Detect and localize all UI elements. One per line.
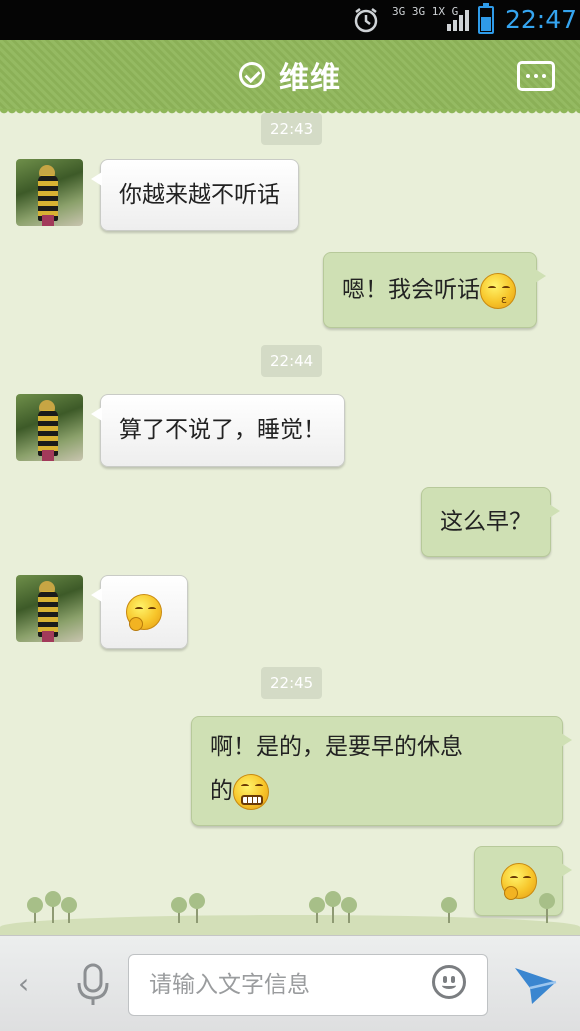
more-button[interactable] [517, 61, 555, 91]
chevron-left-icon[interactable]: ‹ [18, 966, 42, 1002]
contact-avatar[interactable] [16, 159, 83, 226]
check-circle-icon [239, 62, 265, 88]
message-text: 算了不说了，睡觉！ [119, 417, 326, 443]
chat-title: 维维 [279, 61, 341, 96]
timestamp: 22:44 [261, 345, 323, 377]
message-bubble-incoming[interactable]: 你越来越不听话 [91, 159, 299, 231]
grinning-emoji-icon [233, 773, 269, 810]
background-scenery [0, 885, 580, 935]
message-bubble-incoming[interactable] [91, 575, 188, 649]
kissing-emoji-icon: ɛ [480, 272, 516, 309]
message-text: 这么早？ [440, 509, 532, 535]
message-text: 你越来越不听话 [119, 182, 280, 208]
signal-icon [447, 10, 469, 31]
message-text: 嗯！我会听话 [342, 277, 480, 303]
message-bubble-incoming[interactable]: 算了不说了，睡觉！ [91, 394, 345, 467]
alarm-icon [354, 8, 378, 33]
message-bubble-outgoing[interactable]: 这么早？ [421, 487, 560, 557]
contact-avatar[interactable] [16, 394, 83, 461]
input-bar: ‹ 请输入文字信息 [0, 935, 580, 1031]
smiley-icon[interactable] [432, 965, 466, 999]
chat-header: 维维 [0, 40, 580, 116]
microphone-icon[interactable] [72, 962, 114, 1008]
status-clock: 22:47 [505, 5, 578, 34]
battery-icon [478, 3, 494, 34]
message-bubble-outgoing[interactable]: 嗯！我会听话 ɛ [323, 252, 546, 328]
message-text-continued: 的 [210, 778, 233, 804]
send-arrow-icon[interactable] [512, 962, 558, 1008]
status-bar: 3G 3G 1X G 22:47 [0, 0, 580, 40]
message-list[interactable]: 22:43 你越来越不听话 嗯！我会听话 ɛ 22:44 算了不说了，睡觉！ 这么… [0, 110, 580, 935]
message-bubble-outgoing[interactable]: 啊！是的，是要早的休息 的 [191, 716, 572, 826]
contact-avatar[interactable] [16, 575, 83, 642]
timestamp: 22:43 [261, 113, 323, 145]
thinking-emoji-icon [126, 594, 162, 631]
more-dots-icon [526, 74, 530, 78]
timestamp: 22:45 [261, 667, 323, 699]
message-text: 啊！是的，是要早的休息 [210, 734, 463, 760]
